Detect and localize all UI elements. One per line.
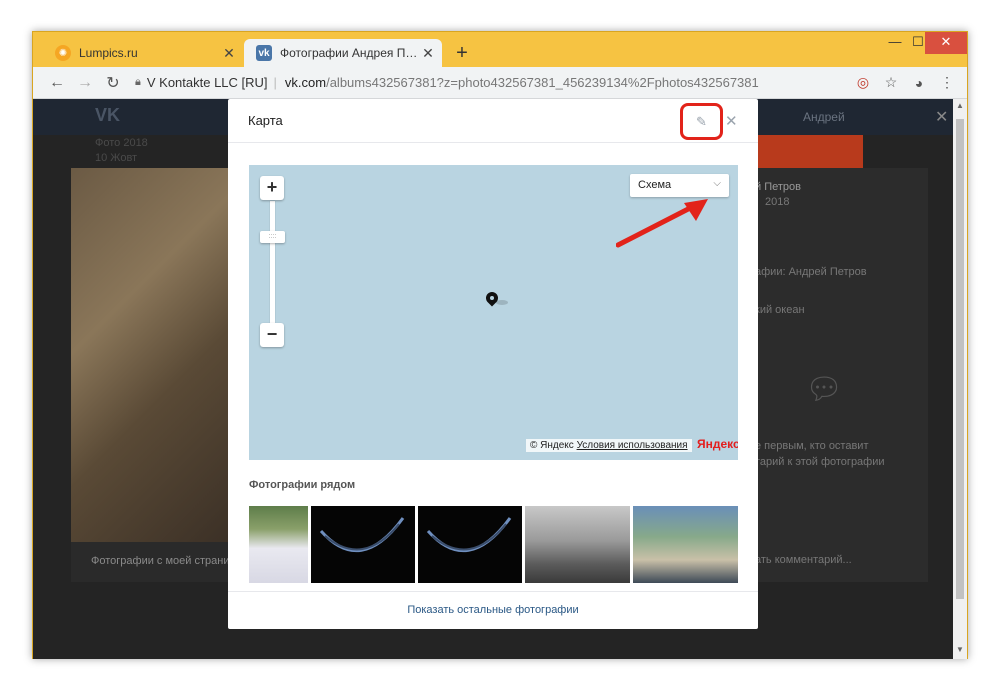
nearby-photo-thumbnail[interactable]: [633, 506, 738, 583]
location-icon[interactable]: ◎: [849, 74, 877, 91]
modal-title: Карта: [248, 113, 283, 128]
owner-name: й Петров: [755, 181, 801, 193]
map-type-select[interactable]: Схема ⌵: [630, 174, 729, 197]
tab-title: Lumpics.ru: [79, 46, 138, 60]
zoom-in-button[interactable]: +: [260, 176, 284, 200]
url-path: /albums432567381?z=photo432567381_456239…: [326, 75, 759, 90]
nearby-photo-thumbnail[interactable]: [525, 506, 630, 583]
url-host: vk.com: [284, 75, 327, 90]
owner-date: 2018: [765, 196, 790, 208]
scroll-thumb[interactable]: [956, 119, 964, 599]
nearby-photo-thumbnail[interactable]: [311, 506, 415, 583]
write-comment-input[interactable]: ать комментарий...: [755, 554, 852, 566]
attribution-text: © Яндекс: [530, 440, 574, 451]
zoom-slider-track[interactable]: [270, 201, 275, 323]
photo-caption: Фотографии с моей страни: [71, 542, 231, 582]
tab-close-icon[interactable]: ✕: [418, 45, 438, 62]
tab-lumpics[interactable]: ✺ Lumpics.ru ✕: [43, 39, 243, 67]
profile-avatar-icon[interactable]: ◕: [905, 75, 933, 91]
comment-bubble-icon: 💬︎: [805, 373, 844, 406]
show-more-photos-link[interactable]: Показать остальные фотографии: [228, 591, 758, 629]
bg-accent-block: [755, 135, 863, 168]
yandex-logo[interactable]: Яндекс: [697, 437, 738, 451]
banana-outline-image: [319, 517, 405, 553]
zoom-out-button[interactable]: −: [260, 323, 284, 347]
page-content: VK Андрей Фото 2018 10 Жовт Фотографии с…: [33, 99, 953, 659]
pencil-icon: ✎: [696, 113, 707, 129]
photo-side-panel: й Петров 2018 афии: Андрей Петров кий ок…: [755, 168, 928, 582]
address-bar[interactable]: 🔒︎ V Kontakte LLC [RU] | vk.com /albums4…: [135, 70, 849, 96]
edit-location-button[interactable]: ✎: [680, 103, 723, 140]
no-comments-text-2: тарий к этой фотографии: [755, 456, 885, 468]
place-text: кий океан: [755, 304, 805, 316]
modal-header: Карта ✎ ✕: [228, 99, 758, 143]
page-scrollbar[interactable]: ▲ ▼: [953, 99, 967, 659]
chevron-down-icon: ⌵: [713, 178, 721, 189]
background-photo: [71, 168, 231, 542]
pin-shadow: [496, 300, 508, 305]
new-tab-button[interactable]: +: [451, 42, 473, 65]
tag-text: афии: Андрей Петров: [755, 266, 867, 278]
terms-link[interactable]: Условия использования: [577, 440, 688, 451]
viewer-close-icon[interactable]: ✕: [935, 107, 948, 127]
lumpics-favicon-icon: ✺: [55, 45, 71, 61]
banana-outline-image: [426, 517, 512, 553]
site-org: V Kontakte LLC [RU]: [146, 75, 268, 90]
lock-icon: 🔒︎: [135, 76, 141, 88]
nearby-photos-title: Фотографии рядом: [249, 479, 356, 491]
nearby-photo-thumbnail[interactable]: [249, 506, 308, 583]
map-modal: Карта ✎ ✕ + :::: − Схема ⌵ © Яндекс Усло…: [228, 99, 758, 629]
tab-vk-photos[interactable]: vk Фотографии Андрея Петрова – ✕: [244, 39, 442, 67]
menu-icon[interactable]: ⋮: [933, 74, 961, 91]
pin-center: [490, 296, 494, 300]
map-attribution: © Яндекс Условия использования: [526, 439, 692, 452]
vk-favicon-icon: vk: [256, 45, 272, 61]
window-close-button[interactable]: ✕: [925, 32, 967, 54]
tab-strip: ✺ Lumpics.ru ✕ vk Фотографии Андрея Петр…: [33, 32, 967, 67]
tab-close-icon[interactable]: ✕: [219, 45, 239, 62]
vk-user-name: Андрей: [803, 110, 845, 124]
bookmark-star-icon[interactable]: ☆: [877, 74, 905, 91]
nearby-photos-strip: [249, 506, 738, 584]
no-comments-text-1: е первым, кто оставит: [755, 440, 869, 452]
browser-toolbar: ← → ↻ 🔒︎ V Kontakte LLC [RU] | vk.com /a…: [33, 67, 967, 99]
reload-icon[interactable]: ↻: [99, 73, 127, 93]
nearby-photo-thumbnail[interactable]: [418, 506, 522, 583]
browser-window: ✺ Lumpics.ru ✕ vk Фотографии Андрея Петр…: [32, 31, 968, 659]
tab-title: Фотографии Андрея Петрова –: [280, 46, 418, 60]
zoom-slider-handle[interactable]: ::::: [260, 231, 285, 243]
map-type-label: Схема: [638, 179, 672, 191]
vk-logo: VK: [95, 105, 121, 125]
bg-left-text-1: Фото 2018: [95, 137, 148, 149]
bg-left-text-2: 10 Жовт: [95, 152, 138, 164]
back-icon[interactable]: ←: [43, 74, 71, 92]
modal-close-icon[interactable]: ✕: [725, 112, 738, 130]
forward-icon[interactable]: →: [71, 74, 99, 92]
scroll-down-icon[interactable]: ▼: [953, 645, 967, 654]
scroll-up-icon[interactable]: ▲: [953, 101, 967, 110]
annotation-arrow: [616, 199, 708, 248]
address-separator: |: [273, 75, 277, 90]
